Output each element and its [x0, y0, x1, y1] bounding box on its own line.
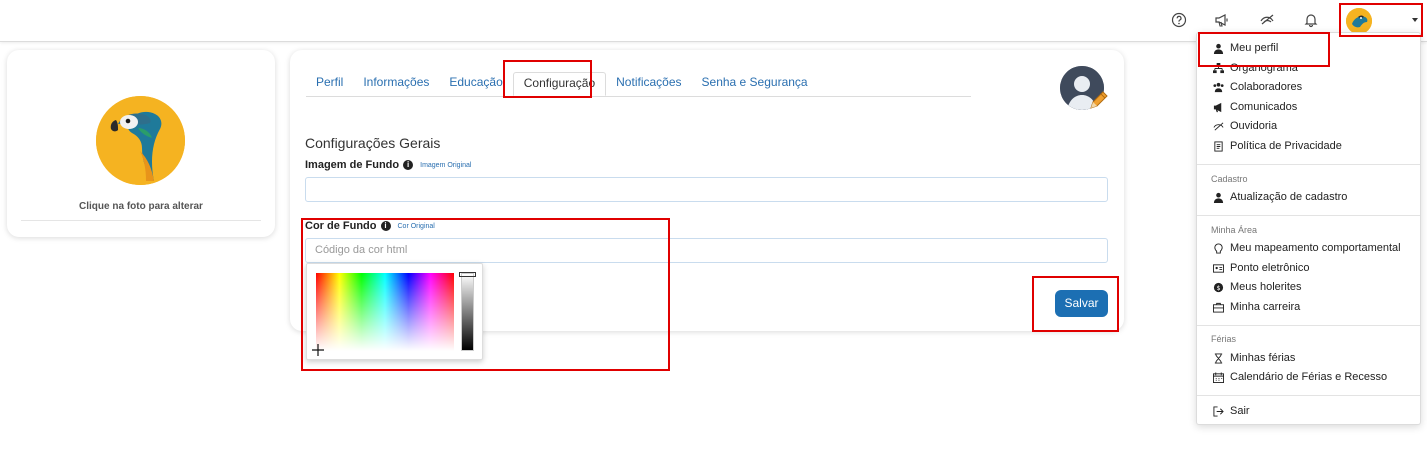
- menu-item-ouvidoria[interactable]: Ouvidoria: [1213, 117, 1277, 135]
- menu-divider: [1197, 215, 1420, 216]
- briefcase-icon: [1213, 302, 1224, 313]
- menu-section-minha-area: Minha Área: [1211, 225, 1258, 235]
- divider: [21, 220, 261, 221]
- hourglass-icon: [1214, 352, 1223, 364]
- menu-item-label: Minhas férias: [1230, 352, 1296, 364]
- menu-divider: [1197, 164, 1420, 165]
- original-image-link[interactable]: Imagem Original: [420, 162, 471, 169]
- menu-item-label: Calendário de Férias e Recesso: [1230, 371, 1388, 383]
- menu-item-sair[interactable]: Sair: [1213, 402, 1250, 420]
- crosshair-icon[interactable]: [312, 343, 324, 356]
- tab-perfil[interactable]: Perfil: [306, 72, 353, 96]
- background-color-label-row: Cor de Fundo i Cor Original: [305, 220, 435, 232]
- menu-item-label: Política de Privacidade: [1230, 140, 1342, 152]
- menu-section-cadastro: Cadastro: [1211, 174, 1248, 184]
- profile-photo[interactable]: [96, 96, 185, 185]
- id-card-icon: [1213, 263, 1224, 273]
- menu-item-label: Colaboradores: [1230, 81, 1303, 93]
- menu-item-label: Ponto eletrônico: [1230, 262, 1310, 274]
- calendar-icon: [1213, 371, 1224, 383]
- menu-item-atualizacao-cadastro[interactable]: Atualização de cadastro: [1213, 188, 1347, 206]
- profile-tabs: Perfil Informações Educação Configuração…: [306, 72, 971, 97]
- user-icon: [1213, 192, 1224, 203]
- menu-item-meu-perfil[interactable]: Meu perfil: [1213, 39, 1278, 57]
- background-color-input[interactable]: Código da cor html: [305, 238, 1108, 263]
- menu-item-label: Atualização de cadastro: [1230, 191, 1348, 203]
- color-spectrum[interactable]: [316, 273, 454, 351]
- background-image-label: Imagem de Fundo: [305, 159, 400, 171]
- brightness-handle[interactable]: [459, 272, 476, 277]
- user-icon: [1213, 43, 1224, 54]
- menu-divider: [1197, 325, 1420, 326]
- menu-section-ferias: Férias: [1211, 334, 1237, 344]
- brightness-slider[interactable]: [461, 273, 474, 351]
- logout-icon: [1213, 405, 1224, 417]
- brain-icon: [1214, 242, 1223, 254]
- menu-item-label: Comunicados: [1230, 101, 1298, 113]
- color-picker: [306, 263, 483, 360]
- users-icon: [1213, 82, 1224, 92]
- money-icon: $: [1213, 282, 1224, 292]
- svg-text:$: $: [1216, 283, 1220, 291]
- menu-item-minhas-ferias[interactable]: Minhas férias: [1213, 349, 1295, 367]
- profile-photo-card: Clique na foto para alterar: [7, 50, 275, 237]
- document-icon: [1214, 140, 1223, 152]
- menu-item-label: Minha carreira: [1230, 301, 1301, 313]
- org-chart-icon: [1213, 62, 1224, 73]
- menu-item-label: Meu mapeamento comportamental: [1230, 242, 1401, 254]
- menu-item-politica-privacidade[interactable]: Política de Privacidade: [1213, 137, 1342, 155]
- menu-item-label: Sair: [1230, 405, 1250, 417]
- tab-configuracao[interactable]: Configuração: [512, 72, 607, 96]
- ouvidoria-icon: [1213, 121, 1224, 131]
- menu-item-ponto-eletronico[interactable]: Ponto eletrônico: [1213, 259, 1310, 277]
- bell-icon[interactable]: [1301, 10, 1321, 30]
- menu-item-colaboradores[interactable]: Colaboradores: [1213, 78, 1302, 96]
- edit-pencil-icon[interactable]: [1087, 90, 1109, 112]
- user-avatar[interactable]: [1346, 8, 1372, 34]
- chevron-down-icon[interactable]: [1412, 18, 1418, 22]
- original-color-link[interactable]: Cor Original: [398, 223, 435, 230]
- tab-informacoes[interactable]: Informações: [353, 72, 439, 96]
- info-icon[interactable]: i: [380, 221, 391, 231]
- tab-senha-seguranca[interactable]: Senha e Segurança: [692, 72, 818, 96]
- tab-educacao[interactable]: Educação: [439, 72, 512, 96]
- save-button[interactable]: Salvar: [1055, 290, 1108, 317]
- background-image-label-row: Imagem de Fundo i Imagem Original: [305, 159, 471, 171]
- info-icon[interactable]: i: [403, 160, 414, 170]
- menu-item-organograma[interactable]: Organograma: [1213, 59, 1298, 77]
- menu-item-label: Meus holerites: [1230, 281, 1302, 293]
- ouvidoria-icon[interactable]: [1257, 10, 1277, 30]
- menu-item-label: Ouvidoria: [1230, 120, 1278, 132]
- menu-item-label: Meu perfil: [1230, 42, 1279, 54]
- menu-item-holerites[interactable]: $ Meus holerites: [1213, 278, 1302, 296]
- help-icon[interactable]: [1169, 10, 1189, 30]
- background-color-label: Cor de Fundo: [305, 220, 377, 232]
- section-title: Configurações Gerais: [305, 135, 441, 151]
- user-menu: Meu perfil Organograma Colaboradores Com…: [1196, 32, 1421, 425]
- menu-item-minha-carreira[interactable]: Minha carreira: [1213, 298, 1300, 316]
- tab-notificacoes[interactable]: Notificações: [606, 72, 691, 96]
- menu-item-mapeamento[interactable]: Meu mapeamento comportamental: [1213, 239, 1401, 257]
- change-photo-hint: Clique na foto para alterar: [79, 201, 203, 212]
- menu-item-calendario-ferias[interactable]: Calendário de Férias e Recesso: [1213, 368, 1387, 386]
- megaphone-icon: [1213, 102, 1222, 112]
- menu-item-comunicados[interactable]: Comunicados: [1213, 98, 1297, 116]
- megaphone-icon[interactable]: [1212, 10, 1232, 30]
- menu-divider: [1197, 395, 1420, 396]
- background-image-input[interactable]: [305, 177, 1108, 202]
- menu-item-label: Organograma: [1230, 62, 1298, 74]
